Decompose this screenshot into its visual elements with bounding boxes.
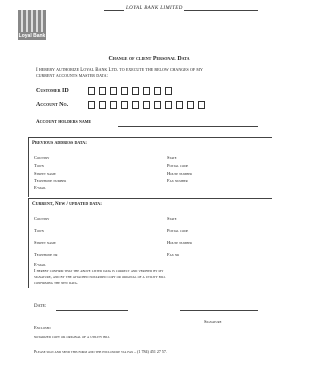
prev-country: Country	[34, 155, 50, 160]
digit-box[interactable]	[88, 101, 95, 109]
digit-box[interactable]	[154, 101, 161, 109]
prev-state: State	[167, 155, 177, 160]
prev-postal: Postal code	[167, 163, 189, 168]
logo-text: Loyal Bank	[18, 33, 46, 39]
date-label: Date:	[34, 304, 47, 309]
digit-box[interactable]	[110, 87, 117, 95]
digit-box[interactable]	[121, 101, 128, 109]
cur-postal: Postal code	[167, 228, 189, 233]
digit-box[interactable]	[143, 87, 150, 95]
current-left-rule	[28, 198, 29, 288]
cur-state: State	[167, 216, 177, 221]
prev-email: E-mail	[34, 185, 46, 190]
digit-box[interactable]	[132, 101, 139, 109]
account-no-label: Account No.	[36, 102, 69, 108]
prev-town: Town	[34, 163, 44, 168]
signature-label: Signature	[204, 319, 222, 324]
header-rule-right	[184, 10, 258, 11]
digit-box[interactable]	[121, 87, 128, 95]
prev-fax: Fax number	[167, 178, 188, 183]
signature-line[interactable]	[180, 310, 258, 311]
cur-telephone: Telephone nr	[34, 252, 58, 257]
digit-box[interactable]	[143, 101, 150, 109]
cur-house: House number	[167, 240, 193, 245]
confirm-line-3: confirming the new data.	[34, 280, 78, 285]
header-rule-left	[104, 10, 124, 11]
current-heading: Current, New / updated data:	[32, 202, 102, 207]
form-title: Change of client Personal Data	[108, 56, 190, 62]
digit-box[interactable]	[187, 101, 194, 109]
prev-telephone: Telephone number	[34, 178, 67, 183]
prev-street: Street name	[34, 171, 56, 176]
date-line[interactable]	[56, 310, 128, 311]
prev-house: House number	[167, 171, 193, 176]
bank-name: LOYAL BANK LIMITED	[126, 6, 183, 11]
previous-top-rule	[28, 137, 272, 138]
digit-box[interactable]	[99, 101, 106, 109]
digit-box[interactable]	[110, 101, 117, 109]
notarized-label: notarized copy or original of a utility …	[34, 334, 110, 339]
cur-town: Town	[34, 228, 44, 233]
enclosed-label: Enclosed	[34, 325, 51, 330]
account-holders-label: Account holders name	[36, 120, 92, 125]
cur-street: Street name	[34, 240, 56, 245]
digit-box[interactable]	[88, 87, 95, 95]
customer-id-label: Customer ID	[36, 88, 69, 94]
previous-left-rule	[28, 137, 29, 197]
digit-box[interactable]	[198, 101, 205, 109]
intro-line-2: current accounts master data:	[36, 74, 108, 79]
account-holders-line[interactable]	[118, 126, 258, 127]
current-top-rule	[28, 198, 272, 199]
digit-box[interactable]	[132, 87, 139, 95]
previous-heading: Previous address data:	[32, 141, 87, 146]
cur-fax: Fax nr	[167, 252, 180, 257]
digit-box[interactable]	[99, 87, 106, 95]
footer-instruction: Please sign and send this form and the e…	[34, 349, 167, 354]
digit-box[interactable]	[176, 101, 183, 109]
digit-box[interactable]	[165, 101, 172, 109]
digit-box[interactable]	[154, 87, 161, 95]
digit-box[interactable]	[165, 87, 172, 95]
cur-country: Country	[34, 216, 50, 221]
bank-logo: Loyal Bank	[18, 10, 46, 40]
